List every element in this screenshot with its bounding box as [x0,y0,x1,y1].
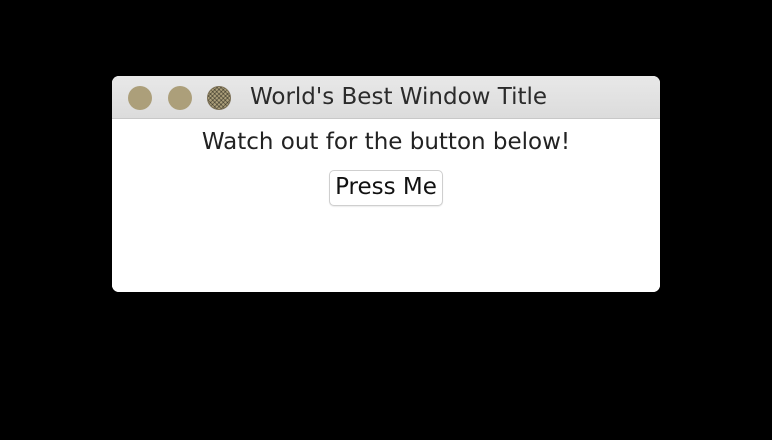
zoom-icon[interactable] [207,86,231,110]
window-content: Watch out for the button below! Press Me [112,119,660,292]
button-row: Press Me [112,170,660,206]
window-title: World's Best Window Title [250,84,548,110]
warning-message: Watch out for the button below! [201,129,571,155]
app-window: World's Best Window Title Watch out for … [112,76,660,292]
minimize-icon[interactable] [168,86,192,110]
close-icon[interactable] [128,86,152,110]
press-me-button[interactable]: Press Me [329,170,443,206]
title-bar[interactable]: World's Best Window Title [112,76,660,119]
